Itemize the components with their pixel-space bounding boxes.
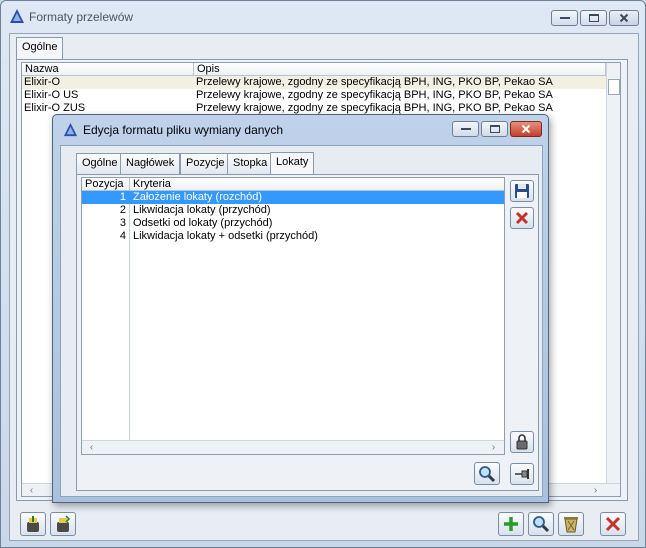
- pin-icon: [515, 469, 529, 479]
- save-button[interactable]: [510, 180, 534, 202]
- column-header-opis[interactable]: Opis: [194, 63, 606, 76]
- pin-button[interactable]: [510, 463, 534, 485]
- app-icon: [10, 9, 24, 23]
- dialog-client: Ogólne Nagłówek Pozycje Stopka Lokaty Po…: [60, 145, 543, 497]
- formats-vscroll[interactable]: [606, 63, 620, 483]
- table-row-selected[interactable]: 1 Założenie lokaty (rozchód): [82, 191, 504, 204]
- criteria-grid: Pozycja Kryteria 1 Założenie lokaty (roz…: [81, 177, 505, 455]
- lock-icon: [516, 434, 528, 450]
- lock-button[interactable]: [510, 431, 534, 453]
- add-button[interactable]: [498, 512, 524, 536]
- dialog-titlebar[interactable]: Edycja formatu pliku wymiany danych: [63, 120, 453, 140]
- column-header-nazwa[interactable]: Nazwa: [22, 63, 194, 76]
- dialog-title: Edycja formatu pliku wymiany danych: [83, 123, 284, 137]
- table-row[interactable]: 2 Likwidacja lokaty (przychód): [82, 204, 504, 217]
- dialog-maximize-button[interactable]: [481, 121, 508, 137]
- app-icon: [63, 122, 78, 137]
- minimize-icon: [460, 128, 471, 130]
- lokaty-tab-panel: Pozycja Kryteria 1 Założenie lokaty (roz…: [76, 174, 539, 491]
- export-button[interactable]: [50, 512, 76, 536]
- tab-ogolne[interactable]: Ogólne: [16, 37, 64, 60]
- table-row[interactable]: 3 Odsetki od lokaty (przychód): [82, 217, 504, 230]
- scroll-right-arrow[interactable]: ›: [588, 485, 603, 496]
- cancel-icon: [515, 211, 529, 225]
- search-button[interactable]: [528, 512, 554, 536]
- maximize-icon: [588, 14, 599, 22]
- search-icon: [479, 465, 496, 482]
- table-row[interactable]: 4 Likwidacja lokaty + odsetki (przychód): [82, 230, 504, 243]
- add-icon: [504, 517, 518, 531]
- import-icon: [27, 516, 39, 532]
- tab-pozycje[interactable]: Pozycje: [180, 153, 231, 174]
- delete-button[interactable]: [558, 512, 584, 536]
- maximize-icon: [489, 125, 500, 133]
- scroll-left-arrow[interactable]: ‹: [84, 442, 99, 454]
- close-button[interactable]: [609, 10, 639, 26]
- vscroll-thumb[interactable]: [608, 79, 620, 95]
- exit-icon: [605, 516, 621, 532]
- dialog-minimize-button[interactable]: [452, 121, 479, 137]
- scroll-right-arrow[interactable]: ›: [486, 442, 501, 454]
- tab-ogolne[interactable]: Ogólne: [76, 153, 124, 174]
- maximize-button[interactable]: [580, 10, 607, 26]
- column-header-pozycja[interactable]: Pozycja: [82, 178, 130, 191]
- dialog-close-button[interactable]: [510, 121, 542, 137]
- delete-icon: [564, 517, 578, 533]
- edit-format-dialog: Edycja formatu pliku wymiany danych Ogól…: [52, 114, 549, 503]
- table-row[interactable]: Elixir-O US Przelewy krajowe, zgodny ze …: [22, 89, 606, 102]
- export-icon: [57, 515, 71, 532]
- exit-button[interactable]: [600, 512, 626, 536]
- window-title: Formaty przelewów: [29, 10, 134, 24]
- tab-naglowek[interactable]: Nagłówek: [120, 153, 181, 174]
- close-icon: [521, 124, 531, 134]
- search-icon: [533, 516, 550, 533]
- minimize-icon: [559, 17, 570, 19]
- column-header-kryteria[interactable]: Kryteria: [130, 178, 504, 191]
- save-icon: [515, 184, 529, 198]
- tab-lokaty[interactable]: Lokaty: [270, 152, 315, 175]
- main-titlebar[interactable]: Formaty przelewów: [9, 7, 639, 29]
- cancel-button[interactable]: [510, 207, 534, 229]
- criteria-hscroll[interactable]: ‹ ›: [82, 440, 504, 454]
- scroll-left-arrow[interactable]: ‹: [24, 485, 39, 496]
- close-icon: [619, 13, 629, 23]
- import-button[interactable]: [20, 512, 46, 536]
- tab-stopka[interactable]: Stopka: [227, 153, 274, 174]
- minimize-button[interactable]: [551, 10, 578, 26]
- dialog-search-button[interactable]: [474, 462, 500, 485]
- table-row[interactable]: Elixir-O Przelewy krajowe, zgodny ze spe…: [22, 76, 606, 89]
